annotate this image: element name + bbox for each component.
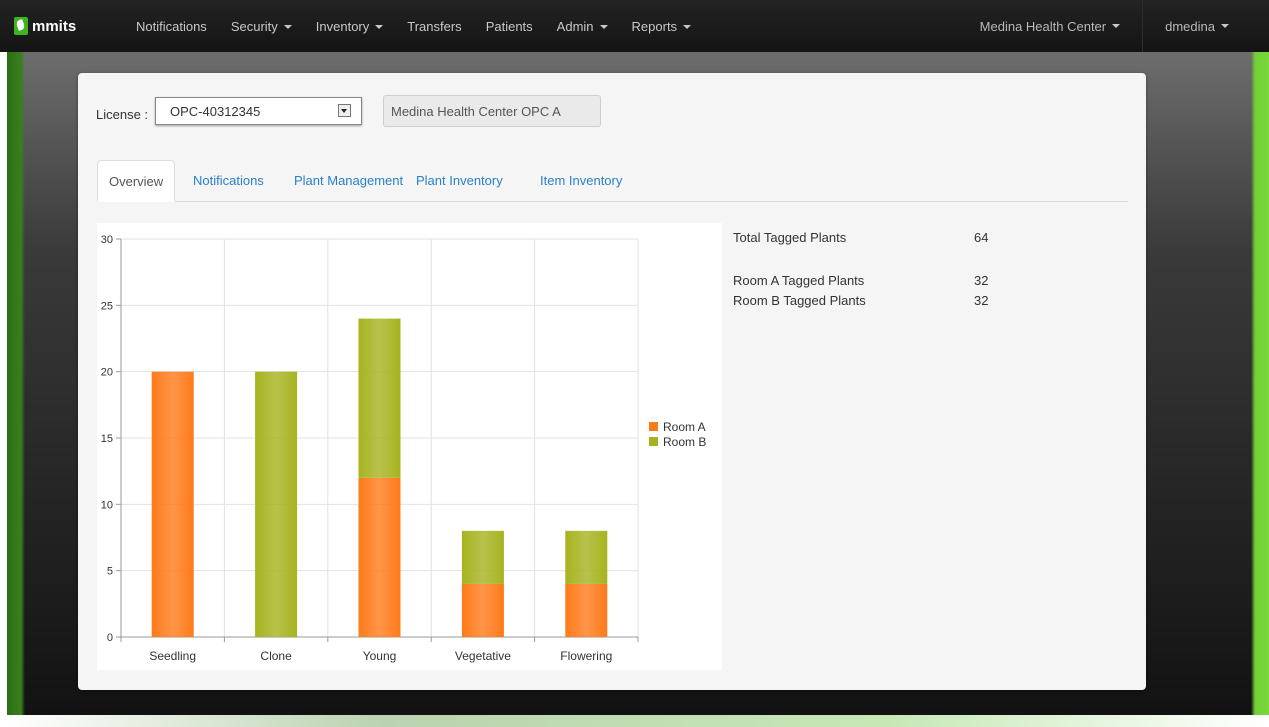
dropdown-arrow-icon[interactable] <box>338 104 351 117</box>
bar-room-b <box>358 318 401 478</box>
caret-down-icon <box>283 25 292 30</box>
facility-menu-label: Medina Health Center <box>979 18 1107 34</box>
x-tick-label: Vegetative <box>455 649 511 663</box>
main-panel: License : OPC-40312345 Medina Health Cen… <box>78 73 1146 690</box>
main-nav: Notifications Security Inventory Transfers P… <box>124 19 703 34</box>
brand-name: mmits <box>32 17 77 35</box>
stat-value: 32 <box>974 293 989 308</box>
y-tick-label: 20 <box>101 367 113 379</box>
nav-item-label: Admin <box>556 18 594 34</box>
nav-item-label: Reports <box>631 18 678 34</box>
stat-label: Room B Tagged Plants <box>733 293 866 308</box>
nav-item-reports[interactable]: Reports <box>620 19 704 34</box>
user-menu-label: dmedina <box>1165 18 1215 34</box>
nav-item-label: Notifications <box>136 18 207 34</box>
nav-item-label: Patients <box>485 18 533 34</box>
nav-item-admin[interactable]: Admin <box>545 19 620 34</box>
nav-item-patients[interactable]: Patients <box>474 19 545 34</box>
stat-label: Room A Tagged Plants <box>733 273 865 288</box>
tab-bar: Overview Notifications Plant Management Pla… <box>97 160 1128 202</box>
legend-swatch <box>649 422 658 431</box>
tab-overview[interactable]: Overview <box>97 160 176 202</box>
leaf-logo-icon <box>14 17 28 35</box>
y-tick-label: 0 <box>107 632 113 644</box>
y-tick-label: 30 <box>101 234 113 246</box>
stat-label: Total Tagged Plants <box>733 230 847 245</box>
tab-item-inventory[interactable]: Item Inventory <box>540 160 622 201</box>
caret-down-icon <box>375 25 384 30</box>
user-menu[interactable]: dmedina <box>1143 0 1269 52</box>
x-tick-label: Clone <box>260 649 292 663</box>
caret-down-icon <box>599 25 608 30</box>
page-background-bottom <box>7 715 1269 727</box>
license-label: License : <box>96 107 149 122</box>
legend-swatch <box>649 437 658 446</box>
license-select[interactable]: OPC-40312345 <box>155 97 362 125</box>
facility-name-field: Medina Health Center OPC A <box>383 95 601 127</box>
legend-label: Room B <box>663 435 706 449</box>
brand[interactable]: mmits <box>14 17 114 35</box>
nav-item-transfers[interactable]: Transfers <box>395 19 473 34</box>
tab-plant-management[interactable]: Plant Management <box>294 160 403 201</box>
top-navbar: mmits Notifications Security Inventory Tran… <box>0 0 1269 52</box>
caret-down-icon <box>1112 24 1121 28</box>
caret-down-icon <box>1221 24 1229 28</box>
x-tick-label: Seedling <box>149 649 196 663</box>
nav-item-label: Inventory <box>315 18 370 34</box>
stat-value: 64 <box>974 230 989 245</box>
plants-chart: 0 5 10 15 20 25 30 Seedling Clone Young Vegetative… <box>97 223 722 670</box>
bar-room-b <box>461 530 504 584</box>
nav-item-notifications[interactable]: Notifications <box>124 19 219 34</box>
x-tick-label: Young <box>363 649 397 663</box>
nav-item-security[interactable]: Security <box>219 19 304 34</box>
caret-down-icon <box>683 25 692 30</box>
bar-room-a <box>565 583 608 637</box>
tab-plant-inventory[interactable]: Plant Inventory <box>416 160 503 201</box>
nav-item-label: Transfers <box>407 18 462 34</box>
nav-item-label: Security <box>230 18 278 34</box>
bar-room-a <box>358 477 401 637</box>
legend-label: Room A <box>663 420 706 434</box>
y-tick-label: 15 <box>101 433 113 445</box>
bar-room-a <box>461 583 504 637</box>
stat-value: 32 <box>974 273 989 288</box>
nav-item-inventory[interactable]: Inventory <box>304 19 395 34</box>
y-tick-label: 10 <box>101 499 113 511</box>
y-tick-label: 25 <box>101 300 113 312</box>
bar-room-b <box>255 371 298 637</box>
bar-room-b <box>565 530 608 584</box>
bar-room-a <box>151 371 194 637</box>
x-tick-label: Flowering <box>560 649 612 663</box>
license-select-value: OPC-40312345 <box>170 104 261 119</box>
tab-notifications[interactable]: Notifications <box>193 160 264 201</box>
plants-bar-chart: 0 5 10 15 20 25 30 Seedling Clone Young Vegetative… <box>101 234 707 663</box>
y-tick-label: 5 <box>107 566 113 578</box>
facility-menu[interactable]: Medina Health Center <box>968 0 1144 52</box>
